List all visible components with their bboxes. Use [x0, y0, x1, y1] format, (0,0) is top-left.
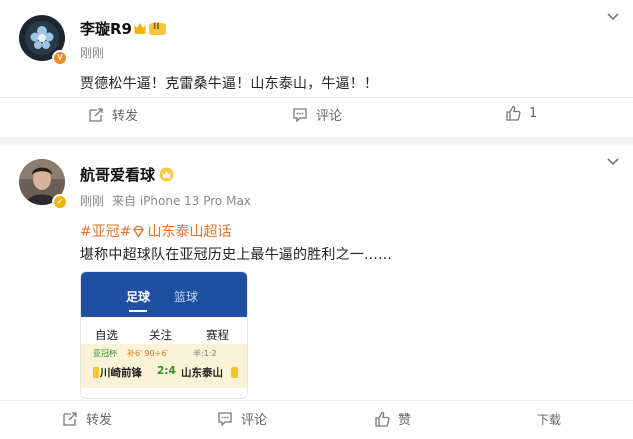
- comment-label: 评论: [316, 109, 343, 124]
- embed-header: 足球 篮球: [81, 272, 247, 317]
- post-card-2: ✓ 航哥爱看球 刚刚 来自 iPhone 13 Pro Max #亚冠# 山东泰山…: [0, 145, 633, 439]
- verified-badge-icon: V: [52, 50, 68, 66]
- topic-line: #亚冠# 山东泰山超话: [80, 221, 231, 241]
- comment-button[interactable]: 评论: [217, 409, 267, 428]
- tab-football: 足球: [126, 290, 151, 304]
- repost-icon: [89, 107, 103, 122]
- author-name[interactable]: 李璇R9: [80, 18, 132, 39]
- like-label: 赞: [398, 413, 412, 428]
- post-text: 贾德松牛逼！克雷桑牛逼！山东泰山，牛逼！！: [80, 76, 379, 92]
- match-row: 亚冠杯 补6′ 90+6′ 半:1:2 川崎前锋 2:4 山东泰山: [81, 344, 247, 388]
- chevron-down-icon[interactable]: [605, 9, 621, 25]
- home-team: 川崎前锋: [100, 367, 142, 379]
- super-topic-link[interactable]: 山东泰山超话: [147, 221, 231, 241]
- match-score: 2:4: [157, 365, 176, 377]
- divider: [0, 400, 633, 401]
- post-text: 堪称中超球队在亚冠历史上最牛逼的胜利之一......: [80, 247, 392, 263]
- post-time: 刚刚: [80, 194, 105, 208]
- sub-tab-favorites: 自选: [95, 328, 118, 342]
- post-source: 来自 iPhone 13 Pro Max: [112, 194, 251, 208]
- diamond-icon: [133, 225, 145, 238]
- match-halftime: 半:1:2: [193, 349, 217, 358]
- author-name[interactable]: 航哥爱看球: [80, 164, 155, 185]
- chevron-down-icon[interactable]: [605, 154, 621, 170]
- verified-badge-icon: ✓: [52, 194, 68, 210]
- away-team-card-icon: [231, 367, 238, 378]
- crown-icon: [159, 167, 174, 182]
- like-button[interactable]: 赞: [374, 409, 411, 428]
- away-team: 山东泰山: [181, 367, 223, 379]
- match-stoppage-time: 补6′ 90+6′: [127, 349, 169, 358]
- vip-level: II: [153, 22, 160, 32]
- home-team-card-icon: [93, 367, 99, 378]
- tab-basketball: 篮球: [174, 290, 199, 304]
- post-card-1: V 李璇R9 II 刚刚 贾德松牛逼！克雷桑牛逼！山东泰山，牛逼！！ 转发 评论…: [0, 0, 633, 137]
- post-time: 刚刚: [80, 46, 105, 60]
- thumbs-up-icon: [375, 411, 390, 427]
- repost-label: 转发: [86, 413, 113, 428]
- tab-underline: [129, 310, 147, 312]
- post-meta: 刚刚 来自 iPhone 13 Pro Max: [80, 192, 251, 209]
- download-label: 下载: [537, 413, 562, 427]
- like-button[interactable]: 1: [505, 105, 537, 121]
- comment-icon: [293, 107, 307, 123]
- like-count: 1: [529, 105, 538, 121]
- comment-icon: [218, 411, 232, 427]
- sub-tab-schedule: 赛程: [206, 328, 229, 342]
- repost-label: 转发: [112, 109, 139, 124]
- embedded-image[interactable]: 足球 篮球 自选 关注 赛程 亚冠杯 补6′ 90+6′ 半:1:2 川崎前锋 …: [80, 271, 248, 399]
- topic-hashtag-link[interactable]: #亚冠#: [80, 221, 131, 241]
- divider: [0, 97, 633, 98]
- comment-label: 评论: [241, 413, 268, 428]
- sub-tab-following: 关注: [149, 328, 172, 342]
- vip-icon: II: [133, 21, 167, 37]
- repost-icon: [63, 411, 77, 426]
- repost-button[interactable]: 转发: [62, 409, 112, 428]
- next-row: [81, 390, 247, 398]
- thumbs-up-icon: [506, 105, 521, 121]
- comment-button[interactable]: 评论: [292, 105, 342, 124]
- download-button[interactable]: 下载: [537, 411, 561, 428]
- match-league: 亚冠杯: [93, 349, 117, 358]
- repost-button[interactable]: 转发: [88, 105, 138, 124]
